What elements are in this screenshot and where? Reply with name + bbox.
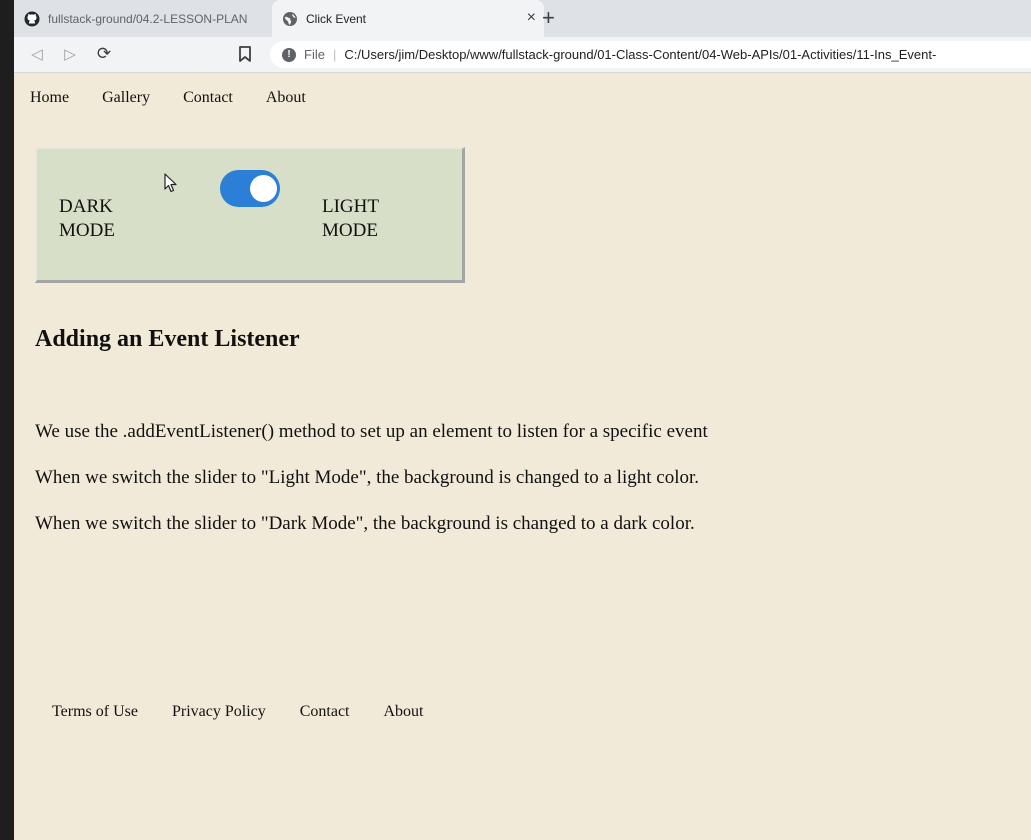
toggle-knob [250, 175, 277, 202]
browser-tab-strip: fullstack-ground/04.2-LESSON-PLAN Click … [14, 0, 1031, 37]
tab-title: fullstack-ground/04.2-LESSON-PLAN [48, 11, 248, 26]
close-tab-icon[interactable]: × [527, 10, 536, 26]
tab-click-event[interactable]: Click Event × [272, 0, 544, 37]
light-mode-label: LIGHT MODE [322, 196, 379, 241]
bookmark-icon[interactable] [238, 45, 252, 63]
mode-toggle-panel: DARK MODE LIGHT MODE [35, 147, 465, 283]
address-bar[interactable]: ! File | C:/Users/jim/Desktop/www/fullst… [270, 41, 1031, 68]
footer-privacy-link[interactable]: Privacy Policy [172, 703, 266, 721]
mode-toggle-switch[interactable] [220, 170, 280, 207]
address-scheme: File [304, 47, 325, 62]
tab-lesson-plan[interactable]: fullstack-ground/04.2-LESSON-PLAN [24, 0, 272, 37]
github-icon [24, 11, 40, 27]
info-icon[interactable]: ! [282, 47, 296, 62]
description-paragraph: When we switch the slider to "Dark Mode"… [35, 513, 695, 534]
description-paragraph: When we switch the slider to "Light Mode… [35, 467, 699, 488]
nav-about-link[interactable]: About [266, 89, 306, 107]
tab-title: Click Event [306, 11, 367, 26]
footer-terms-link[interactable]: Terms of Use [52, 703, 138, 721]
nav-contact-link[interactable]: Contact [183, 89, 233, 107]
description-paragraph: We use the .addEventListener() method to… [35, 421, 708, 442]
page-viewport: Home Gallery Contact About DARK MODE LIG… [14, 73, 1031, 840]
footer-contact-link[interactable]: Contact [300, 703, 350, 721]
page-heading: Adding an Event Listener [35, 326, 300, 352]
globe-icon [282, 11, 298, 27]
dark-mode-label: DARK MODE [59, 196, 115, 241]
browser-toolbar: ◁ ▷ ⟳ ! File | C:/Users/jim/Desktop/www/… [14, 37, 1031, 73]
new-tab-button[interactable]: + [542, 6, 555, 30]
page-footer: Terms of Use Privacy Policy Contact Abou… [52, 703, 458, 721]
top-navigation: Home Gallery Contact About [30, 89, 339, 107]
address-separator: | [332, 47, 337, 62]
address-url: C:/Users/jim/Desktop/www/fullstack-groun… [344, 47, 937, 62]
back-icon[interactable]: ◁ [28, 45, 46, 63]
nav-home-link[interactable]: Home [30, 89, 69, 107]
mouse-pointer-icon [164, 173, 177, 193]
forward-icon[interactable]: ▷ [61, 45, 79, 63]
reload-icon[interactable]: ⟳ [95, 45, 113, 63]
footer-about-link[interactable]: About [384, 703, 424, 721]
nav-gallery-link[interactable]: Gallery [102, 89, 150, 107]
